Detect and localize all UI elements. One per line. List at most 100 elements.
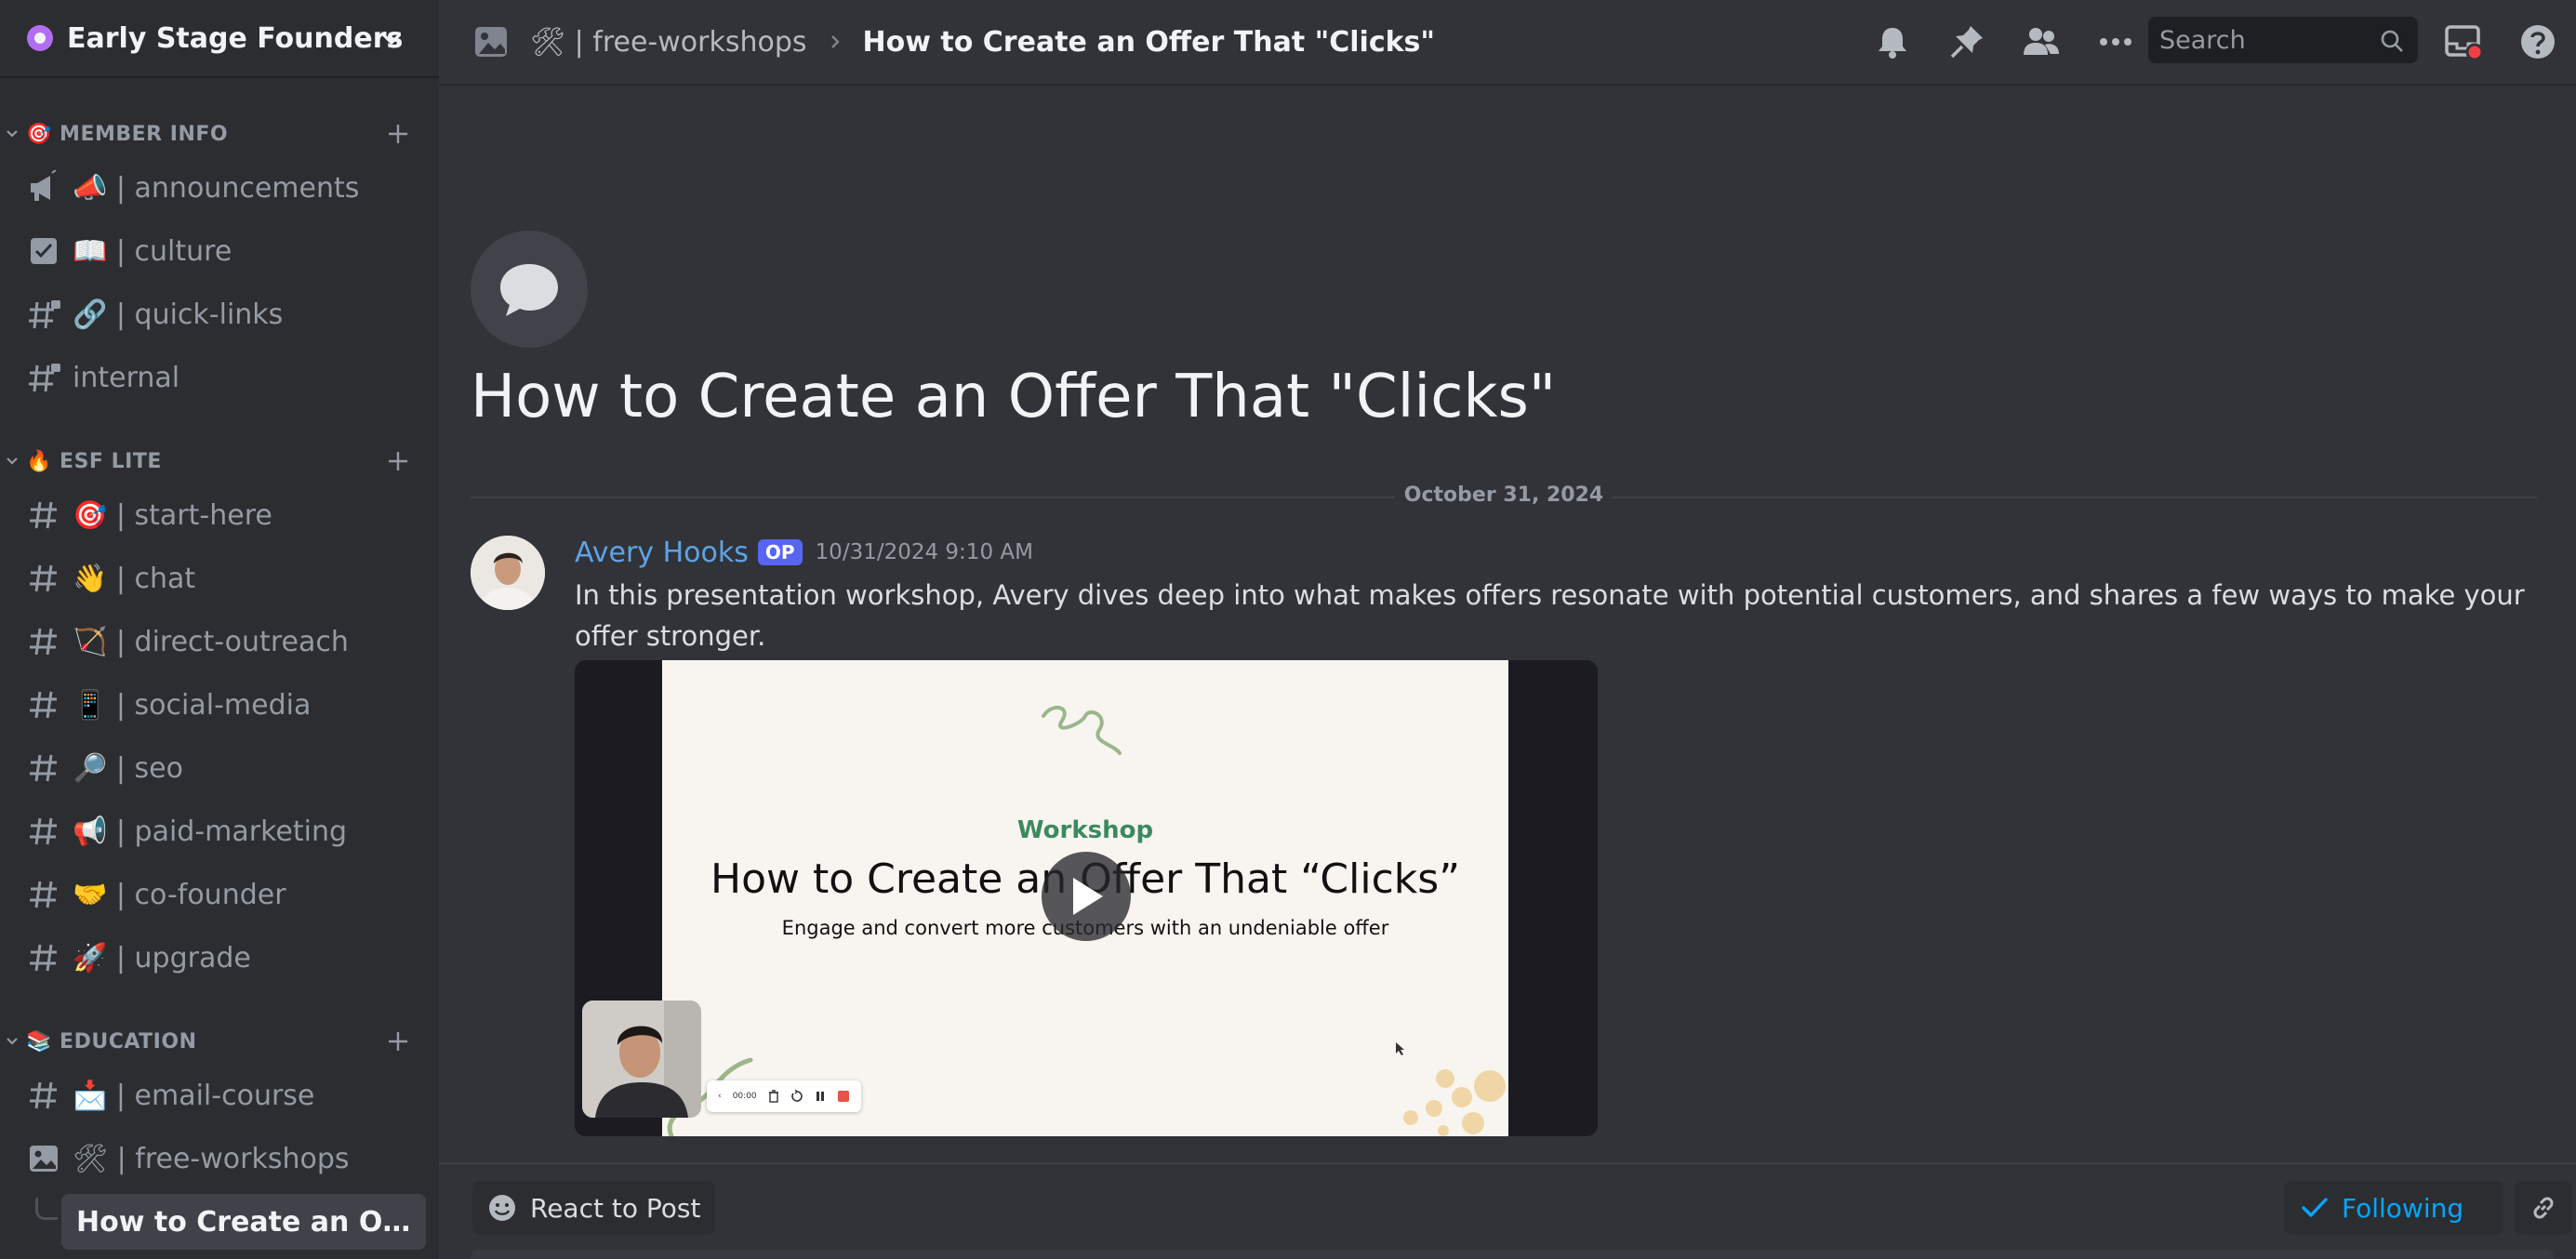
thread-label: How to Create an Offer ... bbox=[76, 1205, 426, 1239]
channel-label: 🏹 | direct-outreach bbox=[73, 625, 349, 658]
category-label: 📚 EDUCATION bbox=[26, 1029, 197, 1054]
sidebar-item-direct-outreach[interactable]: 🏹 | direct-outreach bbox=[13, 614, 426, 669]
member-list-button[interactable] bbox=[2020, 20, 2063, 63]
sidebar-item-upgrade[interactable]: 🚀 | upgrade bbox=[13, 930, 426, 986]
hash-icon bbox=[30, 754, 57, 782]
add-channel-icon[interactable] bbox=[385, 448, 411, 474]
help-button[interactable] bbox=[2516, 20, 2559, 63]
thread-content: How to Create an Offer That "Clicks" Oct… bbox=[439, 87, 2576, 1166]
message-header: Avery Hooks OP 10/31/2024 9:10 AM bbox=[575, 536, 1033, 569]
hash-icon bbox=[30, 817, 57, 845]
category-education[interactable]: 📚 EDUCATION bbox=[0, 1023, 439, 1060]
pause-icon bbox=[816, 1092, 824, 1101]
hash-icon bbox=[30, 501, 57, 529]
search-input[interactable] bbox=[2159, 25, 2364, 55]
recording-controls: ‹ 00:00 bbox=[707, 1080, 861, 1112]
server-name: Early Stage Founders bbox=[67, 21, 404, 55]
sidebar-item-social-media[interactable]: 📱 | social-media bbox=[13, 677, 426, 733]
more-options-button[interactable] bbox=[2094, 20, 2137, 63]
squiggle-decoration bbox=[1042, 706, 1122, 755]
members-icon bbox=[2024, 28, 2059, 55]
channel-label: 👋 | chat bbox=[73, 562, 196, 595]
add-channel-icon[interactable] bbox=[385, 1028, 411, 1054]
message-timestamp: 10/31/2024 9:10 AM bbox=[815, 540, 1033, 564]
sidebar-item-internal[interactable]: internal bbox=[13, 350, 426, 405]
play-button[interactable] bbox=[1042, 852, 1131, 941]
thread-spine bbox=[35, 1198, 58, 1220]
restart-icon bbox=[790, 1090, 803, 1102]
channel-sidebar: Early Stage Founders 🎯 MEMBER INFO 📣 | a… bbox=[0, 0, 439, 1259]
video-embed[interactable]: Workshop How to Create an Offer That “Cl… bbox=[575, 660, 1598, 1136]
sidebar-item-co-founder[interactable]: 🤝 | co-founder bbox=[13, 867, 426, 922]
sidebar-item-active-thread[interactable]: How to Create an Offer ... bbox=[61, 1194, 426, 1250]
category-esf-lite[interactable]: 🔥 ESF LITE bbox=[0, 443, 439, 480]
sidebar-item-announcements[interactable]: 📣 | announcements bbox=[13, 160, 426, 216]
category-member-info[interactable]: 🎯 MEMBER INFO bbox=[0, 115, 439, 152]
op-badge: OP bbox=[757, 539, 803, 565]
search-box[interactable] bbox=[2148, 17, 2418, 63]
hash-icon bbox=[30, 564, 57, 592]
breadcrumb-parent-channel[interactable]: 🛠 | free-workshops bbox=[530, 26, 807, 59]
sidebar-item-paid-marketing[interactable]: 📢 | paid-marketing bbox=[13, 803, 426, 859]
cursor-icon bbox=[1396, 1042, 1404, 1055]
trash-icon bbox=[768, 1090, 778, 1103]
channel-header: 🛠 | free-workshops How to Create an Offe… bbox=[439, 0, 2576, 86]
copy-link-button[interactable] bbox=[2515, 1181, 2572, 1235]
channel-label: 🎯 | start-here bbox=[73, 498, 272, 532]
hash-icon bbox=[30, 628, 57, 656]
channel-label: internal bbox=[73, 361, 180, 394]
sidebar-item-free-workshops[interactable]: 🛠 | free-workshops bbox=[13, 1131, 426, 1186]
webcam-overlay bbox=[582, 1001, 701, 1118]
hash-icon bbox=[30, 944, 57, 972]
link-icon bbox=[2533, 1197, 2554, 1219]
slide-kicker: Workshop bbox=[1016, 816, 1154, 844]
more-icon bbox=[2100, 38, 2131, 46]
sidebar-item-seo[interactable]: 🔎 | seo bbox=[13, 740, 426, 796]
chevron-right-icon bbox=[830, 35, 840, 48]
search-icon bbox=[2381, 30, 2403, 52]
avatar[interactable] bbox=[471, 536, 545, 610]
following-button[interactable]: Following bbox=[2284, 1181, 2503, 1235]
inbox-button[interactable] bbox=[2442, 20, 2485, 63]
date-divider-label: October 31, 2024 bbox=[1394, 484, 1613, 507]
channel-label: 🛠 | free-workshops bbox=[73, 1142, 350, 1175]
sidebar-item-chat[interactable]: 👋 | chat bbox=[13, 550, 426, 606]
breadcrumb-current-thread: How to Create an Offer That "Clicks" bbox=[862, 25, 1436, 59]
play-icon bbox=[1073, 878, 1103, 915]
post-actions-bar: React to Post Following bbox=[439, 1162, 2576, 1259]
stop-icon bbox=[837, 1091, 849, 1102]
pin-icon bbox=[1950, 26, 1983, 59]
following-label: Following bbox=[2342, 1192, 2464, 1224]
sidebar-item-quick-links[interactable]: 🔗 | quick-links bbox=[13, 286, 426, 342]
channel-label: 🚀 | upgrade bbox=[73, 941, 251, 974]
checkmark-icon bbox=[2302, 1198, 2328, 1217]
sidebar-item-email-course[interactable]: 📩 | email-course bbox=[13, 1067, 426, 1123]
chevron-left-icon: ‹ bbox=[718, 1092, 722, 1101]
hash-icon bbox=[30, 1081, 57, 1109]
chevron-down-icon bbox=[7, 1038, 18, 1045]
channel-label: 🤝 | co-founder bbox=[73, 878, 286, 911]
react-to-post-button[interactable]: React to Post bbox=[472, 1181, 716, 1235]
inbox-icon bbox=[2445, 25, 2483, 61]
chevron-down-icon[interactable] bbox=[378, 25, 405, 53]
notification-bell-button[interactable] bbox=[1871, 20, 1914, 63]
post-icon bbox=[471, 231, 588, 348]
category-label: 🎯 MEMBER INFO bbox=[26, 122, 229, 146]
pinned-messages-button[interactable] bbox=[1945, 20, 1988, 63]
post-title: How to Create an Offer That "Clicks" bbox=[471, 363, 1557, 431]
sidebar-item-culture[interactable]: 📖 | culture bbox=[13, 223, 426, 279]
hash-icon bbox=[30, 881, 57, 908]
sidebar-item-start-here[interactable]: 🎯 | start-here bbox=[13, 487, 426, 543]
emoji-icon bbox=[489, 1195, 515, 1221]
media-channel-icon bbox=[30, 1146, 58, 1172]
author-name[interactable]: Avery Hooks bbox=[575, 537, 749, 569]
locked-hash-icon bbox=[29, 364, 60, 392]
server-header[interactable]: Early Stage Founders bbox=[0, 0, 439, 78]
dots-decoration bbox=[1403, 1069, 1506, 1136]
recording-time: 00:00 bbox=[732, 1092, 757, 1101]
help-icon bbox=[2521, 25, 2555, 59]
message-body: In this presentation workshop, Avery div… bbox=[575, 579, 2525, 652]
message-composer[interactable] bbox=[471, 1250, 2554, 1259]
chat-bubble-icon bbox=[500, 264, 558, 316]
add-channel-icon[interactable] bbox=[385, 121, 411, 147]
